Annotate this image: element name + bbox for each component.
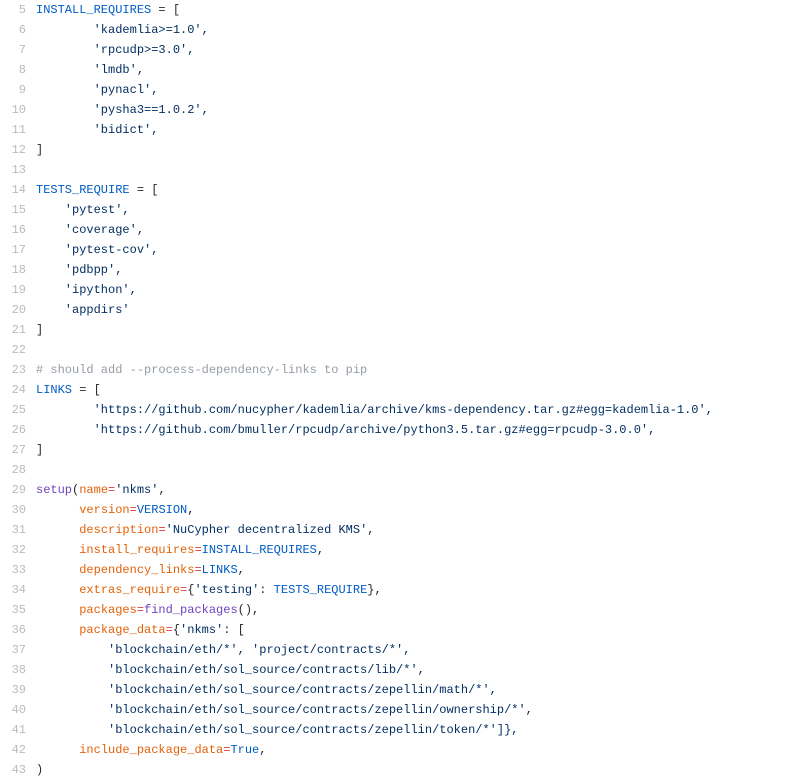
line-number: 39 (6, 680, 26, 700)
line-number: 34 (6, 580, 26, 600)
code-line: LINKS = [ (36, 380, 790, 400)
line-number: 21 (6, 320, 26, 340)
line-number: 20 (6, 300, 26, 320)
line-number: 19 (6, 280, 26, 300)
code-line: version=VERSION, (36, 500, 790, 520)
line-number: 41 (6, 720, 26, 740)
code-content[interactable]: INSTALL_REQUIRES = [ 'kademlia>=1.0', 'r… (36, 0, 800, 780)
code-line: ] (36, 140, 790, 160)
code-line: 'blockchain/eth/sol_source/contracts/zep… (36, 700, 790, 720)
code-line: setup(name='nkms', (36, 480, 790, 500)
line-number: 10 (6, 100, 26, 120)
line-number: 33 (6, 560, 26, 580)
line-number: 9 (6, 80, 26, 100)
line-number: 6 (6, 20, 26, 40)
line-number-gutter: 5 6 7 8 9 10 11 12 13 14 15 16 17 18 19 … (0, 0, 36, 780)
code-line: 'pytest', (36, 200, 790, 220)
line-number: 14 (6, 180, 26, 200)
line-number: 11 (6, 120, 26, 140)
line-number: 16 (6, 220, 26, 240)
line-number: 40 (6, 700, 26, 720)
line-number: 29 (6, 480, 26, 500)
line-number: 42 (6, 740, 26, 760)
line-number: 37 (6, 640, 26, 660)
code-line: 'ipython', (36, 280, 790, 300)
line-number: 17 (6, 240, 26, 260)
line-number: 28 (6, 460, 26, 480)
code-line: 'blockchain/eth/sol_source/contracts/zep… (36, 720, 790, 740)
code-line: 'rpcudp>=3.0', (36, 40, 790, 60)
code-line: 'blockchain/eth/sol_source/contracts/zep… (36, 680, 790, 700)
code-line: 'coverage', (36, 220, 790, 240)
code-line: 'kademlia>=1.0', (36, 20, 790, 40)
line-number: 7 (6, 40, 26, 60)
line-number: 25 (6, 400, 26, 420)
code-line: ] (36, 320, 790, 340)
line-number: 43 (6, 760, 26, 780)
code-line (36, 460, 790, 480)
line-number: 22 (6, 340, 26, 360)
code-line: 'pdbpp', (36, 260, 790, 280)
code-line: 'blockchain/eth/sol_source/contracts/lib… (36, 660, 790, 680)
code-line: extras_require={'testing': TESTS_REQUIRE… (36, 580, 790, 600)
code-line: 'blockchain/eth/*', 'project/contracts/*… (36, 640, 790, 660)
line-number: 27 (6, 440, 26, 460)
code-line: INSTALL_REQUIRES = [ (36, 0, 790, 20)
code-line: install_requires=INSTALL_REQUIRES, (36, 540, 790, 560)
line-number: 31 (6, 520, 26, 540)
line-number: 13 (6, 160, 26, 180)
code-line: 'lmdb', (36, 60, 790, 80)
code-viewer: 5 6 7 8 9 10 11 12 13 14 15 16 17 18 19 … (0, 0, 800, 780)
code-line: dependency_links=LINKS, (36, 560, 790, 580)
code-line: 'pytest-cov', (36, 240, 790, 260)
code-line: include_package_data=True, (36, 740, 790, 760)
code-line (36, 340, 790, 360)
code-line: 'pynacl', (36, 80, 790, 100)
line-number: 38 (6, 660, 26, 680)
line-number: 32 (6, 540, 26, 560)
code-line: package_data={'nkms': [ (36, 620, 790, 640)
line-number: 36 (6, 620, 26, 640)
code-line: 'https://github.com/bmuller/rpcudp/archi… (36, 420, 790, 440)
line-number: 35 (6, 600, 26, 620)
code-line: TESTS_REQUIRE = [ (36, 180, 790, 200)
line-number: 12 (6, 140, 26, 160)
line-number: 24 (6, 380, 26, 400)
line-number: 15 (6, 200, 26, 220)
code-line: 'https://github.com/nucypher/kademlia/ar… (36, 400, 790, 420)
code-line: packages=find_packages(), (36, 600, 790, 620)
line-number: 26 (6, 420, 26, 440)
code-line: description='NuCypher decentralized KMS'… (36, 520, 790, 540)
code-line: 'appdirs' (36, 300, 790, 320)
line-number: 18 (6, 260, 26, 280)
code-line: ) (36, 760, 790, 780)
code-line (36, 160, 790, 180)
line-number: 30 (6, 500, 26, 520)
line-number: 5 (6, 0, 26, 20)
code-line: 'bidict', (36, 120, 790, 140)
line-number: 23 (6, 360, 26, 380)
code-line: 'pysha3==1.0.2', (36, 100, 790, 120)
code-line: # should add --process-dependency-links … (36, 360, 790, 380)
code-line: ] (36, 440, 790, 460)
line-number: 8 (6, 60, 26, 80)
